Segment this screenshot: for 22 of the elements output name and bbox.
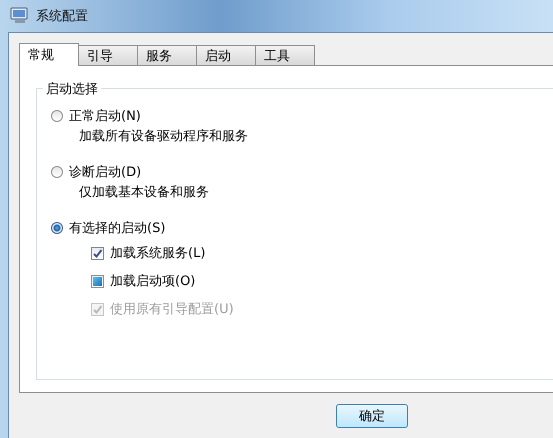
radio-label: 正常启动(N)	[69, 108, 141, 125]
checkbox[interactable]	[91, 274, 104, 288]
tab[interactable]: 引导	[78, 45, 138, 65]
computer-icon	[10, 7, 30, 25]
radio-button[interactable]	[51, 110, 63, 122]
tab[interactable]: 常规	[19, 43, 79, 66]
window-title: 系统配置	[36, 8, 88, 25]
radio-button[interactable]	[51, 166, 63, 178]
group-title: 启动选择	[43, 80, 101, 98]
radio-label: 诊断启动(D)	[69, 164, 142, 181]
tab[interactable]: 工具	[255, 45, 315, 65]
radio-button[interactable]	[51, 222, 63, 234]
checkbox-label: 使用原有引导配置(U)	[110, 301, 234, 318]
ok-button[interactable]: 确定	[336, 404, 408, 428]
checkbox-label: 加载系统服务(L)	[110, 245, 206, 262]
tab[interactable]: 服务	[137, 45, 197, 65]
option-description: 仅加载基本设备和服务	[79, 184, 210, 202]
option-description: 加载所有设备驱动程序和服务	[79, 128, 249, 146]
tab[interactable]: 启动	[196, 45, 256, 65]
radio-label: 有选择的启动(S)	[69, 220, 166, 237]
checkbox[interactable]	[91, 246, 104, 260]
checkbox-label: 加载启动项(O)	[110, 273, 196, 290]
